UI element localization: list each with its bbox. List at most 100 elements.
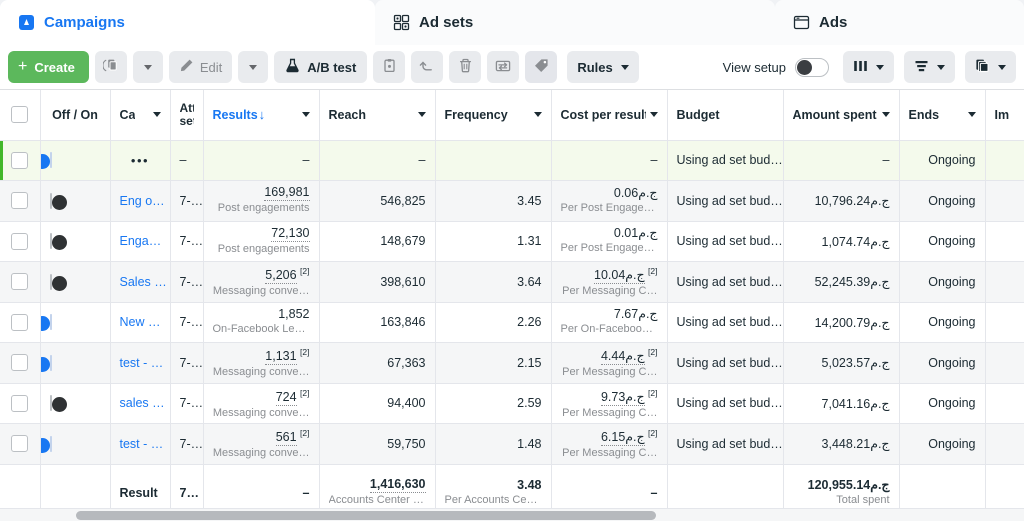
row-select-cell[interactable] — [0, 140, 41, 181]
edit-dropdown-button[interactable] — [238, 51, 269, 83]
row-checkbox[interactable] — [11, 354, 29, 372]
table-row[interactable]: Enga… 7-… 72,130 Post engagements 148,679 1.3… — [0, 221, 1024, 262]
col-ends[interactable]: Ends — [899, 90, 986, 141]
row-name-cell[interactable]: ••• — [110, 140, 171, 181]
row-status-toggle[interactable] — [49, 192, 67, 210]
horizontal-scrollbar[interactable] — [0, 508, 1024, 521]
col-select-all[interactable] — [0, 90, 41, 141]
row-status-toggle[interactable] — [40, 152, 52, 170]
tab-campaigns[interactable]: Campaigns — [0, 0, 375, 45]
chevron-down-icon[interactable] — [649, 112, 658, 118]
col-cost-per-result[interactable]: Cost per result — [551, 90, 668, 141]
row-name-cell[interactable]: test - … — [110, 342, 171, 384]
row-select-cell[interactable] — [0, 221, 41, 262]
campaign-name-link[interactable]: Sales … — [120, 275, 167, 289]
col-reach[interactable]: Reach — [319, 90, 436, 141]
toolbar: + Create Edit A/B test Rules View setup — [0, 45, 1024, 90]
campaign-name-link[interactable]: test - … — [120, 437, 164, 451]
row-name-cell[interactable]: Eng o… — [110, 180, 171, 222]
chevron-down-icon[interactable] — [967, 112, 976, 118]
row-status-toggle[interactable] — [40, 435, 52, 453]
tag-button[interactable] — [525, 51, 558, 83]
edit-button[interactable]: Edit — [168, 51, 233, 83]
row-toggle-cell[interactable] — [40, 180, 111, 222]
row-toggle-cell[interactable] — [40, 383, 111, 424]
undo-button[interactable] — [411, 51, 444, 83]
row-select-cell[interactable] — [0, 383, 41, 424]
row-toggle-cell[interactable] — [40, 261, 111, 303]
rules-button[interactable]: Rules — [567, 51, 639, 83]
row-name-cell[interactable]: sales … — [110, 383, 171, 424]
row-name-cell[interactable]: Sales … — [110, 261, 171, 303]
row-checkbox[interactable] — [11, 151, 29, 169]
row-menu-button[interactable]: ••• — [120, 153, 161, 168]
campaign-name-link[interactable]: Eng o… — [120, 194, 165, 208]
campaigns-table-container[interactable]: Off / On Ca Attr setti Results ↓ — [0, 90, 1024, 521]
breakdown-button[interactable] — [904, 51, 955, 83]
row-status-toggle[interactable] — [49, 233, 67, 251]
row-toggle-cell[interactable] — [40, 342, 111, 384]
row-checkbox[interactable] — [11, 394, 29, 412]
delete-button[interactable] — [449, 51, 482, 83]
row-checkbox[interactable] — [11, 313, 29, 331]
row-select-cell[interactable] — [0, 180, 41, 222]
row-toggle-cell[interactable] — [40, 302, 111, 343]
row-select-cell[interactable] — [0, 342, 41, 384]
row-name-cell[interactable]: test - … — [110, 423, 171, 465]
duplicate-button[interactable] — [94, 51, 127, 83]
row-name-cell[interactable]: Enga… — [110, 221, 171, 262]
scrollbar-thumb[interactable] — [76, 511, 656, 520]
select-all-checkbox[interactable] — [11, 106, 29, 124]
ab-test-button[interactable]: A/B test — [274, 51, 368, 83]
col-results[interactable]: Results ↓ — [203, 90, 320, 141]
columns-button[interactable] — [843, 51, 894, 83]
row-checkbox[interactable] — [11, 273, 29, 291]
row-name-cell[interactable]: New … — [110, 302, 171, 343]
create-button[interactable]: + Create — [8, 51, 89, 83]
row-checkbox[interactable] — [11, 192, 29, 210]
row-checkbox[interactable] — [11, 232, 29, 250]
row-status-toggle[interactable] — [40, 354, 52, 372]
col-attribution-setting[interactable]: Attr setti — [170, 90, 204, 141]
col-campaign-name[interactable]: Ca — [110, 90, 171, 141]
row-checkbox[interactable] — [11, 435, 29, 453]
col-amount-spent[interactable]: Amount spent — [783, 90, 900, 141]
row-select-cell[interactable] — [0, 302, 41, 343]
table-row[interactable]: New … 7-… 1,852 On-Facebook Leads 163,846 2.2… — [0, 302, 1024, 343]
campaign-name-link[interactable]: test - … — [120, 356, 164, 370]
row-toggle-cell[interactable] — [40, 221, 111, 262]
table-row[interactable]: ••• – – – – Using ad set bud… – Ongoing — [0, 140, 1024, 181]
chevron-down-icon[interactable] — [417, 112, 426, 118]
exchange-button[interactable] — [487, 51, 520, 83]
campaign-name-link[interactable]: New … — [120, 315, 161, 329]
clipboard-button[interactable] — [373, 51, 406, 83]
tab-adsets[interactable]: Ad sets — [375, 0, 775, 45]
chevron-down-icon[interactable] — [533, 112, 542, 118]
row-status-toggle[interactable] — [49, 395, 67, 413]
row-status-toggle[interactable] — [40, 314, 52, 332]
col-off-on[interactable]: Off / On — [40, 90, 111, 141]
table-row[interactable]: sales … 7-… 724 [2] Messaging conve… 94,400 2… — [0, 383, 1024, 424]
row-toggle-cell[interactable] — [40, 140, 111, 181]
tab-ads[interactable]: Ads — [775, 0, 1024, 45]
table-row[interactable]: test - … 7-… 1,131 [2] Messaging conve… 67,3… — [0, 342, 1024, 384]
row-toggle-cell[interactable] — [40, 423, 111, 465]
row-select-cell[interactable] — [0, 261, 41, 303]
table-row[interactable]: Eng o… 7-… 169,981 Post engagements 546,825 3… — [0, 180, 1024, 222]
chevron-down-icon[interactable] — [152, 112, 161, 118]
table-row[interactable]: test - … 7-… 561 [2] Messaging conve… 59,750… — [0, 423, 1024, 465]
reports-button[interactable] — [965, 51, 1016, 83]
row-select-cell[interactable] — [0, 423, 41, 465]
campaign-name-link[interactable]: sales … — [120, 396, 165, 410]
view-setup-control[interactable]: View setup — [723, 57, 829, 77]
view-setup-toggle[interactable] — [795, 57, 829, 77]
col-frequency[interactable]: Frequency — [435, 90, 552, 141]
row-status-toggle[interactable] — [49, 273, 67, 291]
table-row[interactable]: Sales … 7-… 5,206 [2] Messaging conve… 398,6… — [0, 261, 1024, 303]
col-impressions[interactable]: Im — [985, 90, 1024, 141]
chevron-down-icon[interactable] — [881, 112, 890, 118]
col-budget[interactable]: Budget — [667, 90, 784, 141]
duplicate-dropdown-button[interactable] — [132, 51, 163, 83]
chevron-down-icon[interactable] — [301, 112, 310, 118]
campaign-name-link[interactable]: Enga… — [120, 234, 162, 248]
